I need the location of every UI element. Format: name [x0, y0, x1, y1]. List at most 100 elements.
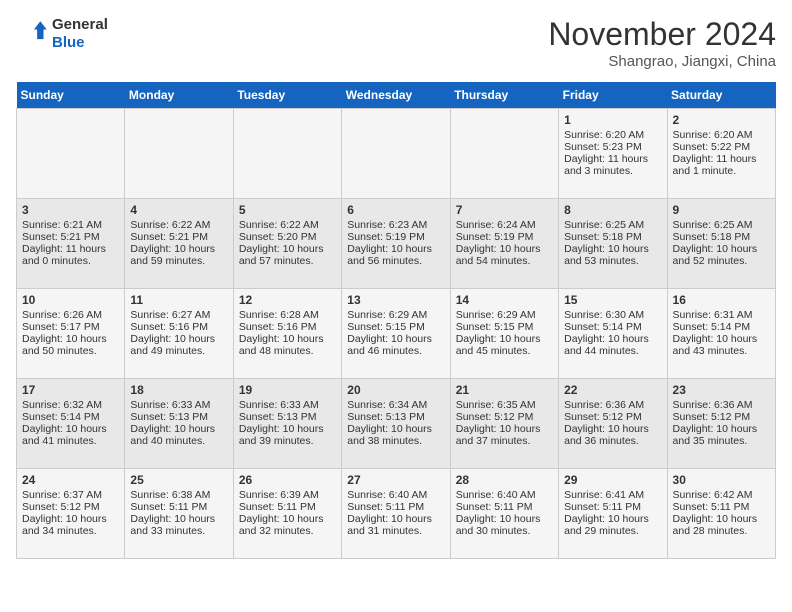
day-info: Sunrise: 6:24 AM: [456, 219, 553, 231]
day-info: Sunrise: 6:40 AM: [456, 489, 553, 501]
day-number: 30: [673, 473, 770, 487]
day-number: 20: [347, 383, 444, 397]
day-info: Sunset: 5:11 PM: [456, 501, 553, 513]
day-cell: [450, 109, 558, 199]
day-info: Sunrise: 6:42 AM: [673, 489, 770, 501]
day-info: Sunset: 5:12 PM: [22, 501, 119, 513]
day-info: Daylight: 10 hours: [673, 513, 770, 525]
day-info: Sunset: 5:11 PM: [347, 501, 444, 513]
day-cell: 2Sunrise: 6:20 AMSunset: 5:22 PMDaylight…: [667, 109, 775, 199]
day-cell: 17Sunrise: 6:32 AMSunset: 5:14 PMDayligh…: [17, 379, 125, 469]
day-cell: 27Sunrise: 6:40 AMSunset: 5:11 PMDayligh…: [342, 469, 450, 559]
day-info: Sunrise: 6:28 AM: [239, 309, 336, 321]
day-info: Sunset: 5:15 PM: [456, 321, 553, 333]
day-cell: 3Sunrise: 6:21 AMSunset: 5:21 PMDaylight…: [17, 199, 125, 289]
day-cell: 6Sunrise: 6:23 AMSunset: 5:19 PMDaylight…: [342, 199, 450, 289]
day-number: 18: [130, 383, 227, 397]
day-cell: 11Sunrise: 6:27 AMSunset: 5:16 PMDayligh…: [125, 289, 233, 379]
header-cell-friday: Friday: [559, 82, 667, 109]
day-cell: 13Sunrise: 6:29 AMSunset: 5:15 PMDayligh…: [342, 289, 450, 379]
day-number: 1: [564, 113, 661, 127]
day-info: and 49 minutes.: [130, 345, 227, 357]
day-number: 8: [564, 203, 661, 217]
day-info: Sunrise: 6:33 AM: [239, 399, 336, 411]
day-info: Daylight: 10 hours: [347, 243, 444, 255]
day-info: and 50 minutes.: [22, 345, 119, 357]
day-info: and 57 minutes.: [239, 255, 336, 267]
day-info: and 44 minutes.: [564, 345, 661, 357]
day-cell: 26Sunrise: 6:39 AMSunset: 5:11 PMDayligh…: [233, 469, 341, 559]
day-cell: 19Sunrise: 6:33 AMSunset: 5:13 PMDayligh…: [233, 379, 341, 469]
day-info: Sunrise: 6:41 AM: [564, 489, 661, 501]
day-info: Daylight: 10 hours: [456, 513, 553, 525]
day-info: Sunset: 5:13 PM: [239, 411, 336, 423]
day-info: and 3 minutes.: [564, 165, 661, 177]
day-info: Sunrise: 6:25 AM: [564, 219, 661, 231]
day-number: 16: [673, 293, 770, 307]
day-info: Daylight: 10 hours: [130, 333, 227, 345]
day-info: Sunset: 5:21 PM: [130, 231, 227, 243]
day-info: Daylight: 10 hours: [456, 333, 553, 345]
day-number: 11: [130, 293, 227, 307]
day-info: Sunset: 5:15 PM: [347, 321, 444, 333]
day-info: Sunrise: 6:29 AM: [456, 309, 553, 321]
day-info: and 28 minutes.: [673, 525, 770, 537]
day-info: Daylight: 10 hours: [673, 423, 770, 435]
day-info: and 35 minutes.: [673, 435, 770, 447]
day-info: Sunrise: 6:27 AM: [130, 309, 227, 321]
day-info: and 36 minutes.: [564, 435, 661, 447]
day-info: Daylight: 11 hours: [673, 153, 770, 165]
day-info: Sunset: 5:18 PM: [564, 231, 661, 243]
day-info: Sunset: 5:23 PM: [564, 141, 661, 153]
day-cell: 12Sunrise: 6:28 AMSunset: 5:16 PMDayligh…: [233, 289, 341, 379]
day-cell: 24Sunrise: 6:37 AMSunset: 5:12 PMDayligh…: [17, 469, 125, 559]
day-info: Daylight: 10 hours: [347, 333, 444, 345]
day-info: Sunset: 5:22 PM: [673, 141, 770, 153]
day-number: 24: [22, 473, 119, 487]
day-info: Sunrise: 6:37 AM: [22, 489, 119, 501]
day-info: Daylight: 10 hours: [564, 333, 661, 345]
day-info: and 1 minute.: [673, 165, 770, 177]
day-info: Daylight: 11 hours: [564, 153, 661, 165]
day-number: 3: [22, 203, 119, 217]
day-info: Sunset: 5:19 PM: [347, 231, 444, 243]
day-cell: 23Sunrise: 6:36 AMSunset: 5:12 PMDayligh…: [667, 379, 775, 469]
day-info: and 48 minutes.: [239, 345, 336, 357]
day-info: Sunset: 5:20 PM: [239, 231, 336, 243]
day-info: Daylight: 10 hours: [130, 243, 227, 255]
day-info: Daylight: 10 hours: [239, 243, 336, 255]
day-info: Daylight: 10 hours: [239, 333, 336, 345]
day-info: Sunset: 5:14 PM: [673, 321, 770, 333]
day-info: and 30 minutes.: [456, 525, 553, 537]
day-info: and 45 minutes.: [456, 345, 553, 357]
day-info: Daylight: 10 hours: [564, 243, 661, 255]
day-number: 25: [130, 473, 227, 487]
day-info: and 31 minutes.: [347, 525, 444, 537]
day-number: 15: [564, 293, 661, 307]
day-info: Sunset: 5:19 PM: [456, 231, 553, 243]
day-info: Sunrise: 6:20 AM: [564, 129, 661, 141]
day-info: Sunset: 5:11 PM: [130, 501, 227, 513]
day-info: Sunrise: 6:30 AM: [564, 309, 661, 321]
header-row: SundayMondayTuesdayWednesdayThursdayFrid…: [17, 82, 776, 109]
day-cell: 15Sunrise: 6:30 AMSunset: 5:14 PMDayligh…: [559, 289, 667, 379]
day-info: Sunset: 5:17 PM: [22, 321, 119, 333]
day-cell: 7Sunrise: 6:24 AMSunset: 5:19 PMDaylight…: [450, 199, 558, 289]
month-title: November 2024: [548, 16, 776, 53]
day-cell: 8 Sunrise: 6:25 AMSunset: 5:18 PMDaylight…: [559, 199, 667, 289]
day-info: and 32 minutes.: [239, 525, 336, 537]
day-cell: 18Sunrise: 6:33 AMSunset: 5:13 PMDayligh…: [125, 379, 233, 469]
day-info: Sunset: 5:14 PM: [22, 411, 119, 423]
location: Shangrao, Jiangxi, China: [548, 53, 776, 70]
day-info: and 41 minutes.: [22, 435, 119, 447]
day-cell: 30 Sunrise: 6:42 AMSunset: 5:11 PMDayligh…: [667, 469, 775, 559]
day-info: Sunset: 5:11 PM: [673, 501, 770, 513]
day-info: and 0 minutes.: [22, 255, 119, 267]
day-number: 23: [673, 383, 770, 397]
day-info: Sunrise: 6:25 AM: [673, 219, 770, 231]
day-info: and 33 minutes.: [130, 525, 227, 537]
day-info: Sunrise: 6:31 AM: [673, 309, 770, 321]
day-info: Sunrise: 6:21 AM: [22, 219, 119, 231]
day-number: 27: [347, 473, 444, 487]
day-info: and 39 minutes.: [239, 435, 336, 447]
